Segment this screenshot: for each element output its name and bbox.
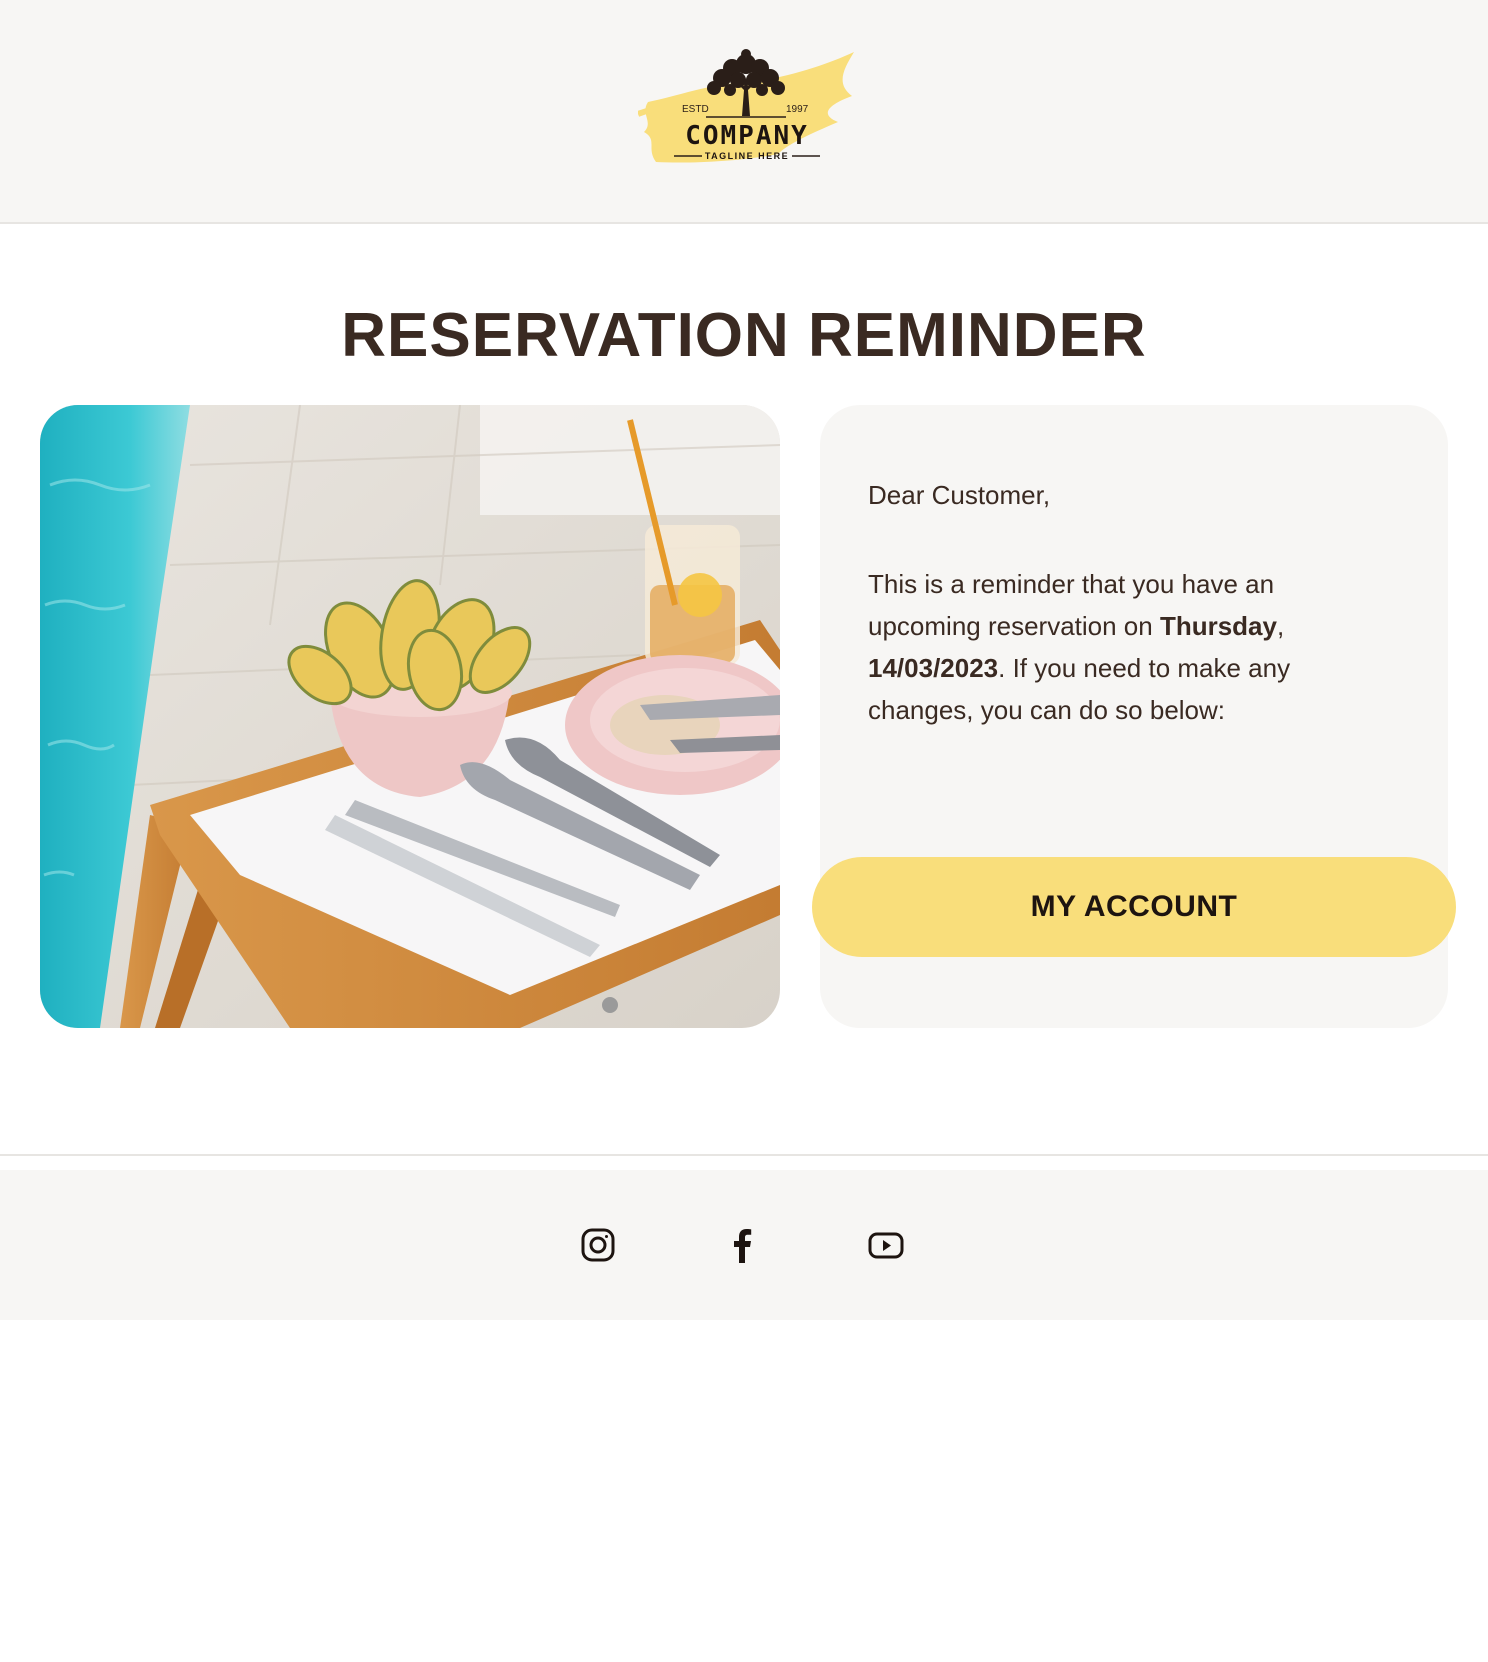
logo-year: 1997 (786, 104, 809, 115)
email-footer (0, 1170, 1488, 1320)
company-logo[interactable]: ESTD 1997 COMPANY TAGLINE HERE (636, 44, 856, 168)
my-account-button[interactable]: MY ACCOUNT (812, 857, 1456, 957)
instagram-icon[interactable] (578, 1225, 618, 1265)
reminder-message: This is a reminder that you have an upco… (868, 563, 1348, 731)
logo-tagline: TAGLINE HERE (705, 151, 789, 161)
reservation-date: 14/03/2023 (868, 653, 999, 683)
youtube-icon[interactable] (866, 1225, 906, 1265)
message-part-2: , (1276, 611, 1285, 641)
page-title: RESERVATION REMINDER (341, 301, 1147, 370)
hero-photo (40, 405, 780, 1028)
logo-graphic: ESTD 1997 COMPANY TAGLINE HERE (636, 49, 854, 163)
email-header: ESTD 1997 COMPANY TAGLINE HERE (0, 0, 1488, 224)
reservation-day: Thursday (1159, 611, 1277, 641)
logo-company-name: COMPANY (685, 121, 809, 151)
logo-estd: ESTD (682, 104, 709, 115)
footer-divider (0, 1154, 1488, 1156)
facebook-icon[interactable] (722, 1225, 762, 1265)
greeting-text: Dear Customer, (868, 480, 1051, 510)
